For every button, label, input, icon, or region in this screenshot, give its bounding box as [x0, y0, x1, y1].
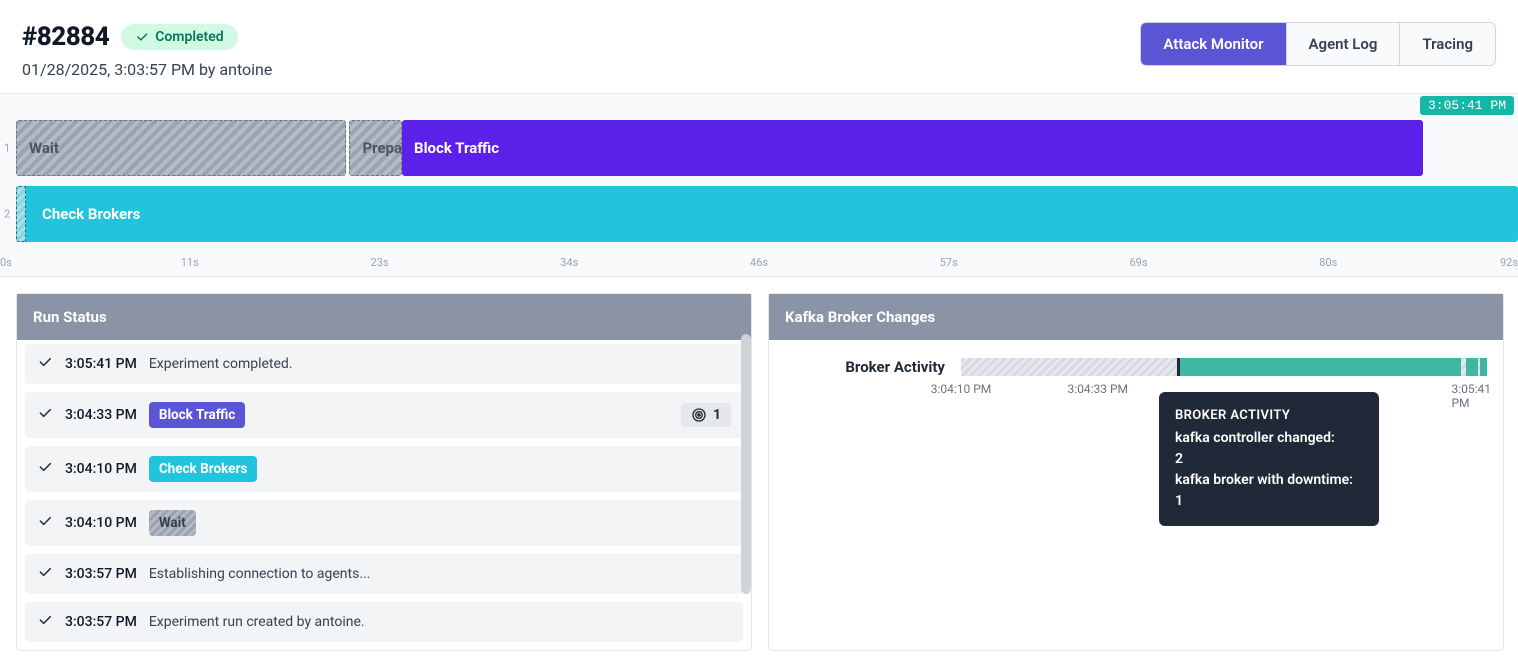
timeline: 3:05:41 PM 1WaitPreparBlock Traffic2Chec… [0, 94, 1518, 277]
check-icon [37, 405, 53, 425]
ba-tick-0: 3:04:10 PM [931, 382, 992, 396]
ba-tick-1: 3:04:33 PM [1067, 382, 1128, 396]
tooltip-line2: kafka broker with downtime: [1175, 470, 1363, 491]
timeline-tick: 80s [1319, 256, 1337, 269]
timeline-bar[interactable]: Block Traffic [402, 120, 1423, 176]
timeline-tick: 46s [750, 256, 768, 269]
view-tabs: Attack Monitor Agent Log Tracing [1140, 22, 1496, 66]
broker-activity-row: Broker Activity [785, 358, 1487, 376]
run-status-list[interactable]: 3:05:41 PM Experiment completed. 3:04:33 P… [17, 340, 751, 650]
scrollbar-thumb[interactable] [741, 334, 751, 594]
timeline-tick: 0s [0, 256, 12, 269]
status-message: Experiment completed. [149, 356, 293, 372]
status-message: Experiment run created by antoine. [149, 614, 365, 630]
page-header: #82884 Completed 01/28/2025, 3:03:57 PM … [0, 0, 1518, 94]
broker-activity-seg-2 [1466, 358, 1478, 376]
check-icon [37, 564, 53, 584]
timeline-lane: 1WaitPreparBlock Traffic [16, 120, 1518, 176]
timeline-tick: 11s [181, 256, 199, 269]
kafka-body: Broker Activity 3:04:10 PM 3:04:33 PM 3:… [769, 340, 1503, 392]
run-status-item[interactable]: 3:03:57 PM Establishing connection to age… [25, 554, 743, 594]
status-timestamp: 3:04:10 PM [65, 515, 137, 531]
timeline-lane: 2Check Brokers [16, 186, 1518, 242]
lane-number: 1 [4, 142, 10, 155]
run-status-item[interactable]: 3:04:33 PM Block Traffic 1 [25, 392, 743, 438]
timeline-tick: 57s [940, 256, 958, 269]
run-subtitle: 01/28/2025, 3:03:57 PM by antoine [22, 60, 272, 79]
time-axis: 0s 11s 23s 34s 46s 57s 69s 80s 92s [0, 256, 1518, 276]
status-badge-label: Completed [155, 29, 223, 45]
status-action-pill: Wait [149, 510, 196, 536]
check-icon [37, 459, 53, 479]
run-status-panel: Run Status 3:05:41 PM Experiment complete… [16, 293, 752, 651]
status-message: Establishing connection to agents... [149, 566, 371, 582]
timeline-tick: 23s [370, 256, 388, 269]
header-left: #82884 Completed 01/28/2025, 3:03:57 PM … [22, 22, 272, 79]
broker-activity-track[interactable] [961, 358, 1487, 376]
broker-activity-fill-main [1177, 358, 1461, 376]
timeline-bar[interactable]: Check Brokers [16, 186, 1518, 242]
timeline-bar-label: Block Traffic [414, 139, 499, 157]
timeline-rows: 1WaitPreparBlock Traffic2Check Brokers [0, 98, 1518, 256]
kafka-header: Kafka Broker Changes [769, 294, 1503, 340]
kafka-panel: Kafka Broker Changes Broker Activity 3:0… [768, 293, 1504, 651]
status-timestamp: 3:04:33 PM [65, 407, 137, 423]
timeline-bar[interactable]: Wait [16, 120, 346, 176]
run-status-item[interactable]: 3:05:41 PM Experiment completed. [25, 344, 743, 384]
timeline-bar-label: Check Brokers [28, 205, 140, 223]
tab-agent-log[interactable]: Agent Log [1286, 23, 1400, 65]
tab-tracing[interactable]: Tracing [1399, 23, 1495, 65]
tooltip-val2: 1 [1175, 491, 1363, 512]
tooltip-title: BROKER ACTIVITY [1175, 406, 1363, 426]
run-status-header: Run Status [17, 294, 751, 340]
timeline-tick: 69s [1129, 256, 1147, 269]
check-icon [37, 513, 53, 533]
check-icon [37, 612, 53, 632]
status-action-pill: Block Traffic [149, 402, 246, 428]
run-status-item[interactable]: 3:04:10 PM Check Brokers [25, 446, 743, 492]
tooltip-line1: kafka controller changed: [1175, 428, 1363, 449]
lane-number: 2 [4, 208, 10, 221]
timeline-tick: 92s [1500, 256, 1518, 269]
broker-activity-tooltip: BROKER ACTIVITY kafka controller changed… [1159, 392, 1379, 526]
tooltip-val1: 2 [1175, 449, 1363, 470]
broker-activity-seg-3 [1480, 358, 1487, 376]
timeline-bar-label: Prepar [362, 139, 407, 157]
run-id: #82884 [22, 22, 109, 52]
panels-row: Run Status 3:05:41 PM Experiment complete… [0, 277, 1518, 667]
status-badge: Completed [121, 24, 237, 50]
timeline-bar-leading-edge [16, 186, 26, 242]
check-icon [37, 354, 53, 374]
status-timestamp: 3:03:57 PM [65, 566, 137, 582]
target-count-badge[interactable]: 1 [681, 403, 731, 427]
status-action-pill: Check Brokers [149, 456, 258, 482]
run-status-item[interactable]: 3:04:10 PM Wait [25, 500, 743, 546]
tab-attack-monitor[interactable]: Attack Monitor [1141, 23, 1285, 65]
check-icon [135, 30, 149, 44]
status-timestamp: 3:05:41 PM [65, 356, 137, 372]
timeline-bar-label: Wait [29, 139, 59, 157]
status-timestamp: 3:03:57 PM [65, 614, 137, 630]
ba-tick-2: 3:05:41 PM [1451, 382, 1491, 410]
status-timestamp: 3:04:10 PM [65, 461, 137, 477]
timeline-tick: 34s [560, 256, 578, 269]
run-status-item[interactable]: 3:03:57 PM Experiment run created by anto… [25, 602, 743, 642]
timeline-bar[interactable]: Prepar [349, 120, 402, 176]
broker-activity-label: Broker Activity [785, 358, 945, 376]
title-row: #82884 Completed [22, 22, 272, 52]
